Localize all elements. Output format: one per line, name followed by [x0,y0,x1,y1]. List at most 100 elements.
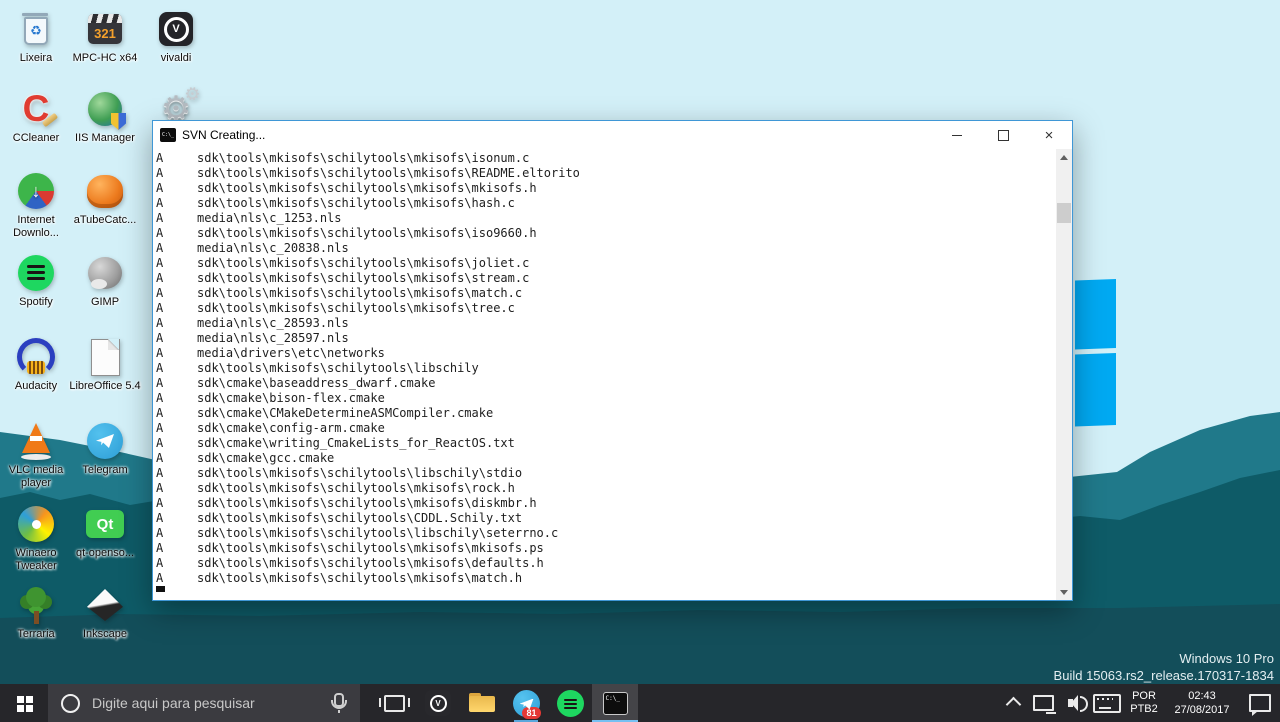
desktop-icon-terraria[interactable]: Terraria [0,584,72,641]
console-line: Asdk\tools\mkisofs\schilytools\mkisofs\i… [156,226,537,240]
close-icon: × [1044,126,1054,144]
desktop-icon-gimp[interactable]: GIMP [69,252,141,309]
taskbar-vivaldi[interactable]: V [416,684,460,722]
desktop-icon-spotify[interactable]: Spotify [0,252,72,309]
atubecatcher-icon [83,170,127,212]
console-line: Asdk\cmake\writing_CmakeLists_for_ReactO… [156,436,515,450]
winaero-tweaker-icon [14,503,58,545]
tray-keyboard[interactable] [1090,684,1124,722]
console-line: Asdk\tools\mkisofs\schilytools\mkisofs\j… [156,256,530,270]
minimize-button[interactable] [934,121,980,149]
tray-clock[interactable]: 02:43 27/08/2017 [1164,684,1240,722]
desktop-icon-label: Audacity [14,380,58,392]
chevron-up-icon [1005,696,1021,713]
desktop-icon-libreoffice[interactable]: LibreOffice 5.4 [69,336,141,393]
desktop-icon-lixeira[interactable]: ♻ Lixeira [0,8,72,65]
taskbar-file-explorer[interactable] [460,684,504,722]
keyboard-layout-code: PTB2 [1130,703,1158,715]
desktop-icon-vivaldi[interactable]: Vvivaldi [140,8,212,65]
console-line: Asdk\cmake\bison-flex.cmake [156,391,385,405]
telegram-icon [83,420,127,462]
tray-volume[interactable] [1058,684,1090,722]
desktop: ♻ Lixeira 321 MPC-HC x64 Vvivaldi C CCleaner II… [0,0,1280,722]
desktop-icon-label: vivaldi [160,52,192,64]
desktop-icon-inkscape[interactable]: Inkscape [69,584,141,641]
terraria-icon [14,584,58,626]
console-line: Amedia\nls\c_1253.nls [156,211,342,225]
search-box[interactable]: Digite aqui para pesquisar [48,684,360,722]
taskbar: Digite aqui para pesquisar V 81 C:\_ POR… [0,684,1280,722]
start-button[interactable] [0,684,48,722]
desktop-icon-internet-download[interactable]: ↓ Internet Downlo... [0,170,72,239]
tray-language[interactable]: POR PTB2 [1124,684,1164,722]
lixeira-icon: ♻ [14,8,58,50]
internet-download-icon: ↓ [14,170,58,212]
taskbar-telegram[interactable]: 81 [504,684,548,722]
tray-network[interactable] [1028,684,1058,722]
console-line: Asdk\tools\mkisofs\schilytools\mkisofs\m… [156,286,523,300]
console-line: Asdk\tools\mkisofs\schilytools\mkisofs\m… [156,571,523,585]
vivaldi-icon: V [425,690,451,716]
maximize-button[interactable] [980,121,1026,149]
console-line: Asdk\cmake\CMakeDetermineASMCompiler.cma… [156,406,494,420]
console-line: Asdk\tools\mkisofs\schilytools\libschily [156,361,479,375]
desktop-icon-winaero-tweaker[interactable]: Winaero Tweaker [0,503,72,572]
vlc-icon [14,420,58,462]
desktop-icon-label: VLC media player [8,464,64,489]
desktop-icon-label: Spotify [19,296,53,308]
task-view-button[interactable] [372,684,416,722]
console-line: Asdk\tools\mkisofs\schilytools\mkisofs\t… [156,301,515,315]
desktop-icon-vlc[interactable]: VLC media player [0,420,72,489]
task-view-icon [378,694,410,712]
desktop-icon-audacity[interactable]: Audacity [0,336,72,393]
clock-date: 27/08/2017 [1174,704,1230,716]
network-icon [1032,695,1056,714]
desktop-icon-label: Winaero Tweaker [15,547,57,572]
desktop-icon-label: GIMP [90,296,120,308]
close-button[interactable]: × [1026,121,1072,149]
window-titlebar[interactable]: C:\_ SVN Creating... × [153,121,1072,149]
microphone-icon[interactable] [331,693,347,713]
console-line: Asdk\tools\mkisofs\schilytools\mkisofs\d… [156,496,537,510]
console-output[interactable]: Asdk\tools\mkisofs\schilytools\mkisofs\i… [153,149,1072,600]
console-line: Asdk\tools\mkisofs\schilytools\mkisofs\d… [156,556,544,570]
desktop-icon-atubecatcher[interactable]: aTubeCatc... [69,170,141,227]
desktop-icon-label: Telegram [82,464,128,476]
search-placeholder: Digite aqui para pesquisar [92,695,255,711]
scroll-down-button[interactable] [1056,584,1072,600]
inkscape-icon [83,584,127,626]
taskbar-console-active[interactable]: C:\_ [592,684,638,722]
mpc-hc-icon: 321 [83,8,127,50]
watermark-build: Build 15063.rs2_release.170317-1834 [1053,668,1274,683]
action-center-button[interactable] [1240,684,1280,722]
vertical-scrollbar[interactable] [1056,149,1072,600]
desktop-icon-mpc-hc[interactable]: 321 MPC-HC x64 [69,8,141,65]
desktop-icon-label: IIS Manager [75,132,135,144]
libreoffice-icon [83,336,127,378]
svn-console-window: C:\_ SVN Creating... × Asdk\tools\mkisof… [152,120,1073,601]
desktop-icon-label: aTubeCatc... [73,214,137,226]
desktop-icon-label: Terraria [17,628,55,640]
console-line: Amedia\nls\c_28593.nls [156,316,349,330]
cmd-taskbar-icon: C:\_ [602,691,628,715]
console-cursor [156,586,165,592]
scrollbar-thumb[interactable] [1057,203,1071,223]
scroll-up-button[interactable] [1056,149,1072,165]
windows-build-watermark: Windows 10 Pro Build 15063.rs2_release.1… [1054,650,1274,684]
desktop-icon-telegram[interactable]: Telegram [69,420,141,477]
desktop-icon-label: MPC-HC x64 [72,52,138,64]
desktop-icon-ccleaner[interactable]: C CCleaner [0,88,72,145]
desktop-icon-qt-opensource[interactable]: Qt qt-openso... [69,503,141,560]
tray-overflow-button[interactable] [998,684,1028,722]
desktop-icon-label: LibreOffice 5.4 [69,380,141,392]
window-title: SVN Creating... [182,128,266,142]
system-tray: POR PTB2 02:43 27/08/2017 [998,684,1280,722]
desktop-icon-iis-manager[interactable]: IIS Manager [69,88,141,145]
console-line: Asdk\cmake\config-arm.cmake [156,421,385,435]
taskbar-spotify[interactable] [548,684,592,722]
console-line: Asdk\tools\mkisofs\schilytools\mkisofs\s… [156,271,530,285]
ccleaner-icon: C [14,88,59,130]
vivaldi-icon: V [154,8,198,50]
console-line: Asdk\tools\mkisofs\schilytools\mkisofs\h… [156,196,515,210]
console-line: Amedia\drivers\etc\networks [156,346,385,360]
